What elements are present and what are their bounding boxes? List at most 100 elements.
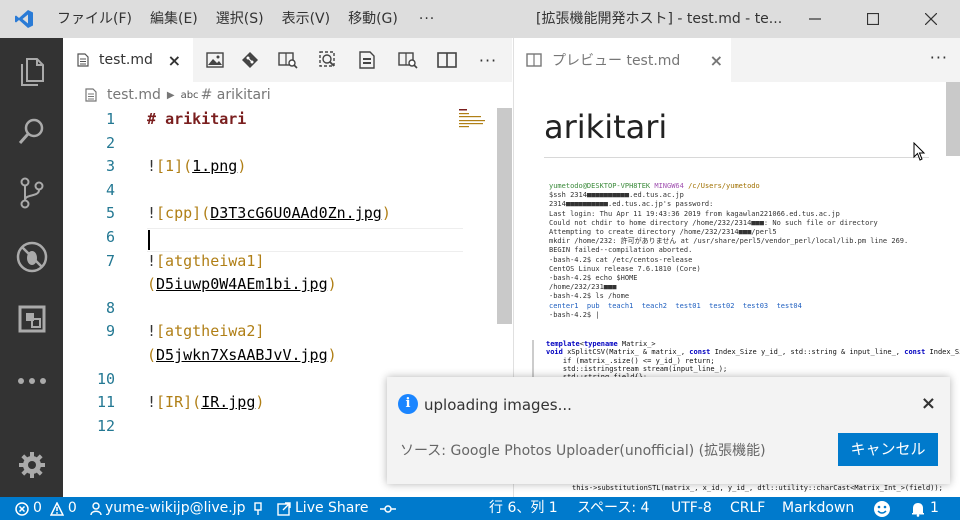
extensions-icon[interactable]	[0, 294, 63, 344]
source-control-icon[interactable]	[0, 168, 63, 218]
line-number: 1	[105, 110, 115, 128]
open-preview-icon[interactable]	[276, 48, 300, 72]
preview-scrollbar[interactable]	[946, 82, 960, 156]
string-symbol-icon: abc	[180, 89, 199, 101]
more-views-icon[interactable]	[0, 356, 63, 406]
line-number: 3	[105, 157, 115, 176]
menu-selection[interactable]: 選択(S)	[207, 0, 273, 38]
person-icon	[90, 501, 102, 515]
breadcrumb-symbol[interactable]: # arikitari	[201, 87, 271, 103]
preview-heading: arikitari	[544, 108, 668, 146]
warning-icon	[49, 501, 64, 516]
code-snippet-line: template<typename Matrix_>	[546, 340, 656, 348]
preview-more-actions-icon[interactable]: ···	[930, 48, 948, 67]
menu-file[interactable]: ファイル(F)	[48, 0, 141, 38]
broadcast-icon[interactable]	[380, 497, 396, 520]
line-number: 11	[96, 393, 115, 412]
chevron-right-icon: ▶	[166, 89, 175, 101]
line-number: 5	[105, 204, 115, 223]
code-line: (D5iuwp0W4AEm1bi.jpg)	[147, 275, 337, 294]
breadcrumb-file[interactable]: test.md	[107, 87, 161, 103]
editor-scrollbar[interactable]	[497, 108, 512, 324]
terminal-line: Last login: Thu Apr 11 19:43:36 2019 fro…	[549, 209, 840, 218]
search-icon[interactable]	[0, 106, 63, 156]
minimap[interactable]	[459, 108, 499, 138]
preview-tab-bar: プレビュー test.md × ···	[513, 38, 960, 82]
maximize-icon	[867, 13, 879, 25]
warning-count: 0	[67, 500, 77, 516]
menu-edit[interactable]: 編集(E)	[141, 0, 207, 38]
image-preview-icon[interactable]	[203, 48, 227, 72]
tab-close-icon[interactable]: ×	[168, 51, 181, 70]
preview-tab-label: プレビュー test.md	[552, 53, 681, 69]
live-share-label: Live Share	[295, 500, 369, 516]
cursor-position[interactable]: 行 6、列 1	[489, 497, 558, 520]
terminal-line: Could not chdir to home directory /home/…	[549, 218, 878, 227]
terminal-line: CentOS Linux release 7.6.1810 (Core)	[549, 264, 701, 273]
breadcrumb: test.md ▶ abc # arikitari	[63, 82, 512, 108]
cpp-code-line: this->substitutionSTL(matrix_, x_id, y_i…	[572, 484, 943, 492]
line-number: 6	[105, 228, 115, 246]
code-line: ![IR](IR.jpg)	[147, 393, 265, 412]
minimize-icon	[809, 18, 821, 20]
terminal-line: -bash-4.2$ ls /home	[549, 292, 630, 301]
line-number: 9	[105, 322, 115, 341]
terminal-line: Attempting to create directory /home/232…	[549, 228, 777, 237]
cancel-button[interactable]: キャンセル	[838, 433, 938, 466]
heading-rule	[544, 157, 929, 158]
split-editor-icon[interactable]	[435, 48, 459, 72]
account-label: yume-wikijp@live.jp	[105, 500, 246, 516]
code-line: ![atgtheiwa2]	[147, 322, 265, 341]
notification-close-icon[interactable]: ×	[921, 393, 936, 414]
code-line: ![cpp](D3T3cG6U0AAd0Zn.jpg)	[147, 204, 391, 223]
account-item[interactable]: yume-wikijp@live.jp	[90, 497, 263, 520]
document-icon[interactable]	[355, 48, 379, 72]
live-share-item[interactable]: Live Share	[277, 497, 368, 520]
encoding[interactable]: UTF-8	[671, 497, 712, 520]
settings-gear-icon[interactable]	[0, 440, 63, 490]
language-mode[interactable]: Markdown	[782, 497, 854, 520]
line-number: 7	[105, 251, 115, 270]
file-icon	[85, 88, 97, 102]
code-line: # arikitari	[147, 110, 247, 128]
line-number: 10	[96, 369, 115, 388]
minimize-button[interactable]	[786, 0, 844, 38]
debug-icon[interactable]	[0, 232, 63, 282]
window-controls	[786, 0, 960, 38]
cpp-code-screenshot-image: template<typename Matrix_> void xSplitCSV…	[532, 340, 960, 382]
line-number: 12	[96, 416, 115, 435]
editor-more-actions-icon[interactable]: ···	[476, 48, 500, 72]
status-bar: 0 0 yume-wikijp@live.jp Live Share 行 6、列…	[0, 497, 960, 520]
tab-label: test.md	[99, 52, 153, 68]
notification-source: ソース: Google Photos Uploader(unofficial) …	[400, 443, 766, 459]
maximize-button[interactable]	[844, 0, 902, 38]
code-snippet-line: if (matrix_.size() <= y_id_) return;	[546, 356, 715, 365]
feedback-smiley-icon[interactable]	[873, 497, 891, 520]
line-number: 4	[105, 180, 115, 199]
code-line: ![atgtheiwa1]	[147, 251, 265, 270]
notifications-item[interactable]: 1	[911, 497, 939, 520]
end-of-line[interactable]: CRLF	[730, 497, 765, 520]
find-references-icon[interactable]	[316, 48, 340, 72]
notification-message: uploading images...	[424, 396, 572, 414]
preview-tab-close-icon[interactable]: ×	[710, 51, 723, 70]
error-count: 0	[33, 500, 42, 516]
indentation[interactable]: スペース: 4	[577, 497, 649, 520]
explorer-icon[interactable]	[0, 46, 63, 96]
menu-go[interactable]: 移動(G)	[339, 0, 407, 38]
menu-more[interactable]: ···	[407, 0, 447, 38]
menu-view[interactable]: 表示(V)	[273, 0, 340, 38]
tab-test-md[interactable]: test.md ×	[63, 38, 193, 82]
window-title: [拡張機能開発ホスト] - test.md - te...	[536, 11, 783, 27]
problems-indicator[interactable]: 0 0	[15, 497, 77, 520]
vscode-logo-icon[interactable]	[0, 0, 48, 38]
terminal-line: center1 pub teach1 teach2 test01 test02 …	[549, 301, 802, 310]
current-line-highlight	[147, 228, 463, 252]
preview-search-icon[interactable]	[396, 48, 420, 72]
close-window-button[interactable]	[902, 0, 960, 38]
menu-bar: ファイル(F) 編集(E) 選択(S) 表示(V) 移動(G) ···	[48, 0, 447, 38]
code-snippet-line: std::istringstream stream(input_line_);	[546, 364, 728, 373]
preview-icon	[526, 53, 542, 67]
tab-preview[interactable]: プレビュー test.md ×	[514, 38, 731, 82]
git-compare-icon[interactable]	[238, 48, 262, 72]
